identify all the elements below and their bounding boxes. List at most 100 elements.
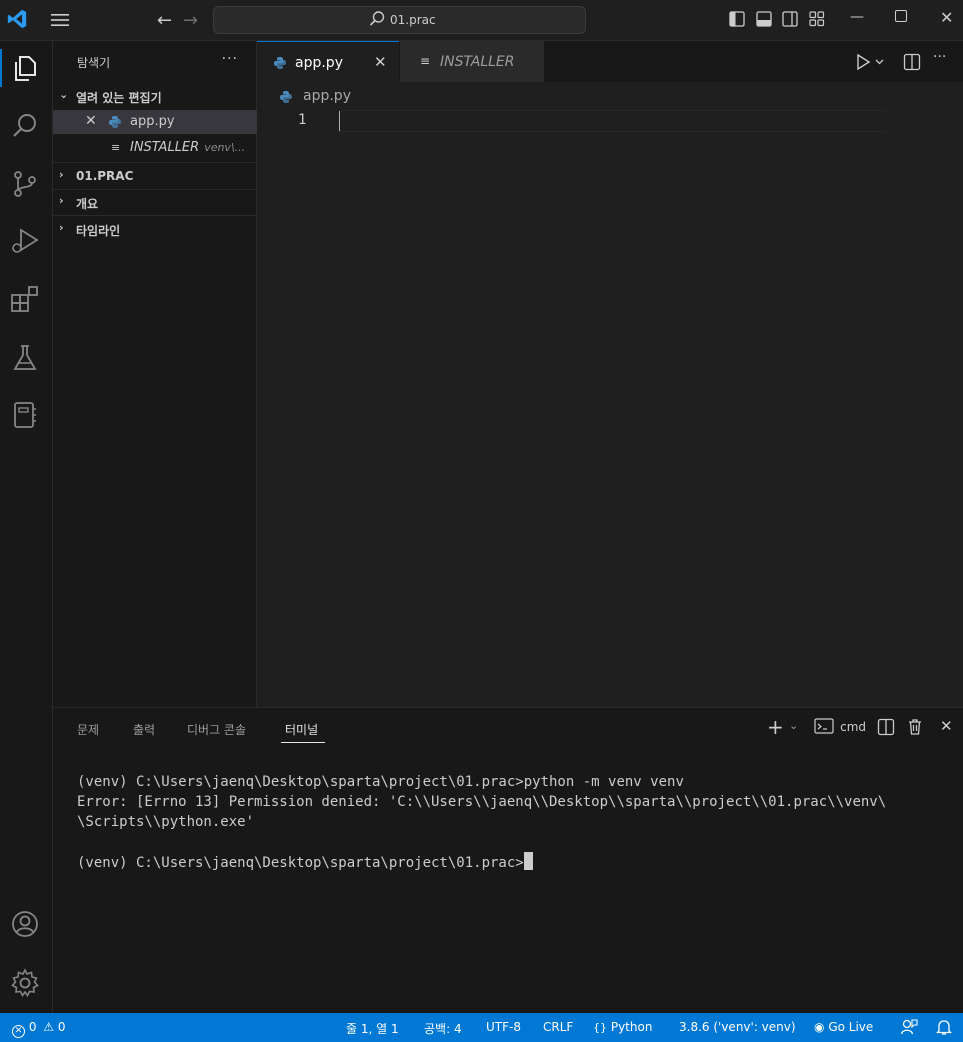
breadcrumb-file: app.py (303, 88, 351, 104)
terminal-line: \Scripts\\python.exe' (77, 814, 255, 830)
close-tab-icon[interactable]: ✕ (374, 53, 387, 71)
file-lines-icon: ≡ (111, 141, 121, 154)
activity-bar (0, 41, 53, 1013)
bottom-panel: 문제 출력 디버그 콘솔 터미널 + ⌄ cmd ✕ (venv) C:\Use… (53, 707, 963, 1013)
extensions-icon[interactable] (9, 284, 41, 316)
open-editor-item-app-py[interactable]: ✕ app.py (53, 110, 257, 134)
language-label: Python (610, 1020, 653, 1034)
explorer-icon[interactable] (9, 52, 41, 84)
active-tab-underline (281, 742, 325, 743)
settings-gear-icon[interactable] (9, 967, 41, 999)
feedback-icon[interactable] (900, 1018, 918, 1039)
open-editors-section[interactable]: ⌄ 열려 있는 편집기 (53, 84, 257, 108)
cursor-position[interactable]: 줄 1, 열 1 (346, 1020, 399, 1037)
command-center-search[interactable]: 01.prac (213, 6, 586, 34)
active-indicator (0, 49, 2, 87)
close-window-icon[interactable]: ✕ (940, 8, 953, 27)
error-count: 0 (28, 1020, 37, 1034)
python-file-icon (274, 57, 286, 69)
line-number: 1 (298, 112, 307, 128)
notebook-icon[interactable] (9, 399, 41, 431)
chevron-down-icon[interactable]: ⌄ (789, 719, 798, 732)
tab-app-py[interactable]: app.py ✕ (257, 41, 399, 82)
text-cursor[interactable] (339, 111, 340, 131)
terminal-cursor (523, 852, 533, 870)
timeline-section[interactable]: › 타임라인 (53, 217, 257, 241)
chevron-right-icon: › (59, 168, 64, 181)
line-ending[interactable]: CRLF (543, 1020, 573, 1034)
python-file-icon (109, 116, 121, 128)
terminal-prompt: (venv) C:\Users\jaenq\Desktop\sparta\pro… (77, 855, 524, 871)
split-editor-icon[interactable] (903, 53, 921, 71)
broadcast-icon: ◉ (814, 1020, 825, 1034)
toggle-panel-icon[interactable] (755, 10, 773, 28)
title-bar: ← → 01.prac — ✕ (0, 0, 963, 41)
run-python-icon[interactable] (855, 53, 885, 71)
outline-section[interactable]: › 개요 (53, 190, 257, 214)
more-actions-icon[interactable]: ··· (222, 51, 238, 67)
terminal-line: Error: [Errno 13] Permission denied: 'C:… (77, 794, 887, 810)
customize-layout-icon[interactable] (808, 10, 826, 28)
run-debug-icon[interactable] (9, 225, 41, 257)
language-mode[interactable]: {} Python (593, 1020, 652, 1034)
toggle-primary-sidebar-icon[interactable] (728, 10, 746, 28)
maximize-icon[interactable] (895, 10, 907, 22)
account-icon[interactable] (9, 908, 41, 940)
hamburger-menu-icon[interactable] (50, 12, 70, 28)
indentation[interactable]: 공백: 4 (424, 1020, 462, 1037)
go-live-label: Go Live (828, 1020, 874, 1034)
problems-indicator[interactable]: ✕ 0 ⚠ 0 (12, 1020, 66, 1038)
vscode-logo-icon (7, 9, 27, 29)
terminal-profile[interactable]: cmd (814, 718, 866, 735)
python-interpreter[interactable]: 3.8.6 ('venv': venv) (679, 1020, 796, 1034)
minimize-icon[interactable]: — (850, 9, 864, 25)
python-file-icon (280, 91, 292, 103)
current-line-highlight (339, 110, 885, 132)
search-icon (369, 11, 385, 26)
sidebar-title: 탐색기 (77, 56, 111, 70)
search-icon[interactable] (9, 110, 41, 142)
folder-section[interactable]: › 01.PRAC (53, 164, 257, 188)
folder-label: 01.PRAC (76, 169, 134, 183)
tab-debug-console[interactable]: 디버그 콘솔 (187, 721, 246, 738)
chevron-down-icon: ⌄ (59, 88, 69, 101)
back-arrow-icon[interactable]: ← (157, 10, 172, 31)
terminal-profile-label: cmd (840, 720, 867, 734)
split-terminal-icon[interactable] (877, 718, 895, 740)
more-actions-icon[interactable]: ··· (933, 49, 946, 67)
installer-name: INSTALLER (130, 140, 200, 155)
tab-output[interactable]: 출력 (133, 721, 155, 738)
close-icon[interactable]: ✕ (85, 113, 97, 129)
forward-arrow-icon[interactable]: → (183, 10, 198, 31)
tab-label: INSTALLER (440, 54, 515, 70)
file-lines-icon: ≡ (420, 54, 431, 68)
source-control-icon[interactable] (9, 168, 41, 200)
braces-icon: {} (593, 1021, 607, 1034)
terminal-prompt-line: (venv) C:\Users\jaenq\Desktop\sparta\pro… (77, 852, 886, 873)
open-editors-label: 열려 있는 편집기 (76, 91, 162, 105)
close-panel-icon[interactable]: ✕ (940, 717, 953, 735)
open-editor-name: app.py (130, 114, 175, 129)
tab-terminal[interactable]: 터미널 (285, 721, 318, 738)
open-editor-item-installer[interactable]: ≡ INSTALLER venv\... (53, 136, 257, 160)
testing-icon[interactable] (9, 342, 41, 374)
status-bar: ✕ 0 ⚠ 0 줄 1, 열 1 공백: 4 UTF-8 CRLF {} Pyt… (0, 1013, 963, 1042)
tab-label: app.py (295, 55, 343, 71)
encoding[interactable]: UTF-8 (486, 1020, 521, 1034)
warning-count: 0 (57, 1020, 66, 1034)
warning-icon: ⚠ (43, 1020, 55, 1034)
outline-label: 개요 (76, 197, 99, 211)
notifications-bell-icon[interactable] (935, 1018, 953, 1039)
terminal-output[interactable]: (venv) C:\Users\jaenq\Desktop\sparta\pro… (77, 772, 886, 873)
tab-installer[interactable]: ≡ INSTALLER (400, 41, 544, 82)
terminal-line: (venv) C:\Users\jaenq\Desktop\sparta\pro… (77, 774, 684, 790)
tab-problems[interactable]: 문제 (77, 721, 99, 738)
go-live-button[interactable]: ◉ Go Live (814, 1020, 873, 1034)
trash-icon[interactable] (907, 718, 923, 740)
editor-tabs: app.py ✕ ≡ INSTALLER ··· (257, 41, 963, 82)
new-terminal-icon[interactable]: + (767, 715, 784, 739)
timeline-label: 타임라인 (76, 224, 121, 238)
explorer-sidebar: 탐색기 ··· ⌄ 열려 있는 편집기 ✕ app.py ≡ INSTALLER… (53, 41, 257, 707)
toggle-secondary-sidebar-icon[interactable] (781, 10, 799, 28)
